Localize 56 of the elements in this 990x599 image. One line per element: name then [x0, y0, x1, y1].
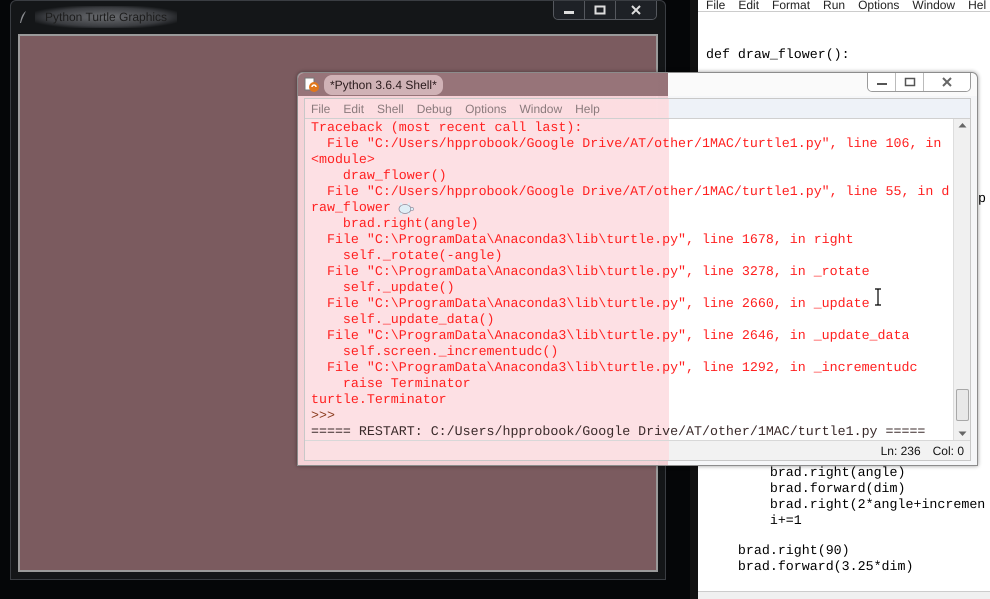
- console-line: draw_flower(): [342, 168, 447, 184]
- code-line: brad.right(90): [736, 543, 851, 559]
- console-line: File "C:/Users/hpprobook/Google Drive/AT/other/1MAC/turtle1.py", line 55, in d: [326, 184, 950, 200]
- code-line: brad.forward(dim): [768, 481, 906, 497]
- maximize-button[interactable]: [585, 1, 616, 19]
- console-line: File "C:\ProgramData\Anaconda3\lib\turtle.py", line 2646, in _update_data: [326, 328, 910, 344]
- turtle-cursor-icon: [396, 202, 414, 216]
- menu-item[interactable]: Hel: [968, 0, 986, 11]
- close-icon: [630, 5, 642, 15]
- menu-item[interactable]: Window: [912, 0, 956, 11]
- scrollbar-thumb[interactable]: [956, 389, 968, 421]
- console-line: File "C:\ProgramData\Anaconda3\lib\turtle.py", line 2660, in _update: [326, 296, 870, 312]
- code-line: i+=1: [768, 513, 803, 529]
- code-line: brad.right(2*angle+incremen: [768, 497, 986, 513]
- code-line: brad.forward(3.25*dim): [736, 559, 914, 575]
- close-button[interactable]: [616, 1, 656, 19]
- console-line: File "C:\ProgramData\Anaconda3\lib\turtle.py", line 1292, in _incrementudc: [326, 360, 918, 376]
- console-line: turtle.Terminator: [311, 392, 447, 408]
- console-line: ===== RESTART: C:/Users/hpprobook/Google Drive/AT/other/1MAC/turtle1.py =====: [311, 424, 926, 440]
- close-icon: [941, 77, 953, 87]
- maximize-icon: [594, 5, 606, 15]
- menu-item[interactable]: Run: [823, 0, 846, 11]
- console-line: raise Terminator: [342, 376, 471, 392]
- code-line: def draw_flower():: [706, 47, 850, 63]
- console-line: self._update_data(): [342, 312, 495, 328]
- minimize-button[interactable]: [868, 73, 896, 91]
- maximize-icon: [904, 77, 916, 87]
- close-button[interactable]: [924, 73, 970, 91]
- console-line: self.screen._incrementudc(): [342, 344, 558, 360]
- console-line: Traceback (most recent call last):: [311, 120, 582, 136]
- scroll-up-arrow-icon[interactable]: [958, 122, 966, 128]
- console-line: brad.right(angle): [342, 216, 479, 232]
- maximize-button[interactable]: [896, 73, 924, 91]
- console-line: >>>: [311, 408, 335, 424]
- console-line: File "C:\ProgramData\Anaconda3\lib\turtle.py", line 3278, in _rotate: [326, 264, 870, 280]
- python-icon: [304, 76, 320, 92]
- menu-item[interactable]: Edit: [738, 0, 760, 11]
- console-line: self._update(): [342, 280, 455, 296]
- minimize-button[interactable]: [554, 1, 585, 19]
- console-line: self._rotate(-angle): [342, 248, 503, 264]
- menu-item[interactable]: File: [706, 0, 726, 11]
- window-title: *Python 3.6.4 Shell*: [324, 74, 443, 94]
- scroll-down-arrow-icon[interactable]: [958, 431, 966, 437]
- text-cursor-icon: [874, 288, 882, 306]
- menu-item[interactable]: Format: [772, 0, 810, 11]
- code-line: p: [978, 191, 986, 207]
- console-line: File "C:\ProgramData\Anaconda3\lib\turtle.py", line 1678, in right: [326, 232, 854, 248]
- window-title: Python Turtle Graphics: [35, 6, 178, 28]
- feather-icon: [19, 10, 27, 24]
- line-number: Ln: 236: [880, 442, 921, 460]
- column-number: Col: 0: [932, 442, 964, 460]
- console-line: File "C:/Users/hpprobook/Google Drive/AT/other/1MAC/turtle1.py", line 106, in: [326, 136, 942, 152]
- menu-item[interactable]: Options: [858, 0, 900, 11]
- console-line: <module>: [311, 152, 375, 168]
- code-line: brad.right(angle): [768, 465, 906, 481]
- console-line: raw_flower: [311, 200, 391, 216]
